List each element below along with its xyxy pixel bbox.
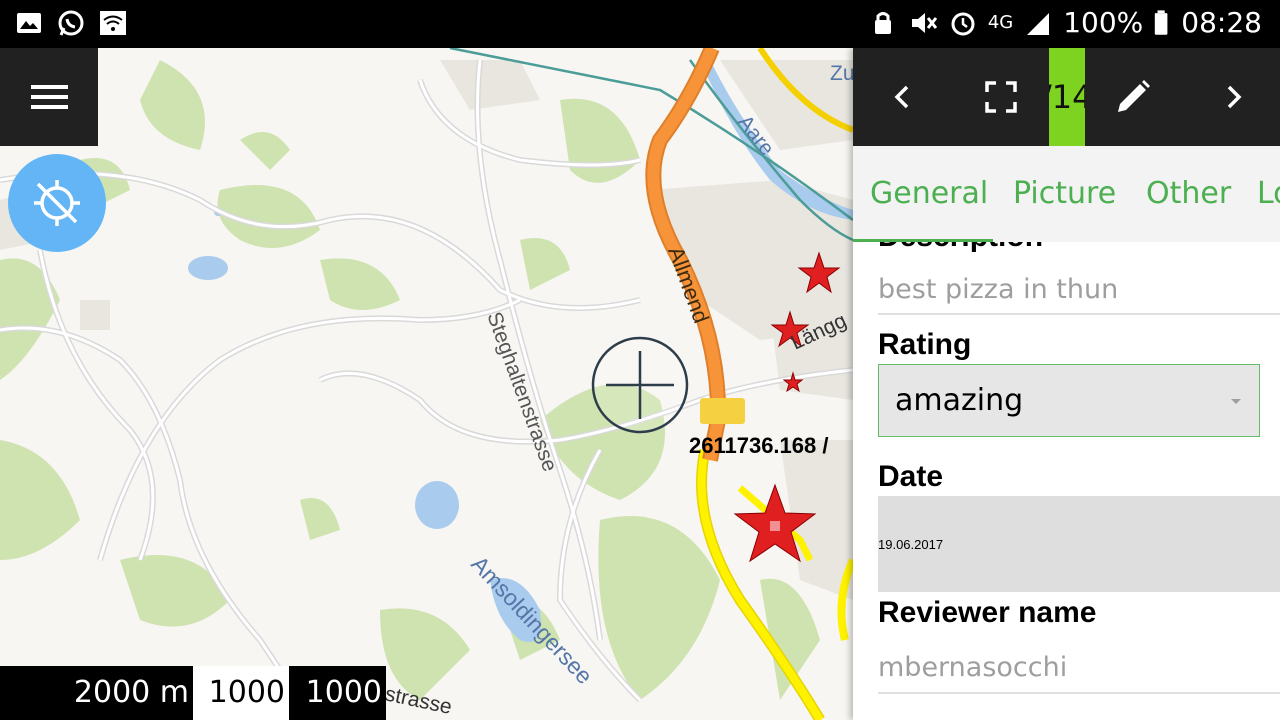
field-underline bbox=[878, 313, 1280, 315]
reviewer-name-field[interactable]: mbernasocchi bbox=[878, 652, 1067, 683]
tab-picture[interactable]: Picture bbox=[1013, 176, 1116, 211]
dropdown-caret-icon bbox=[1231, 399, 1241, 404]
whatsapp-icon bbox=[58, 10, 84, 36]
signal-icon bbox=[1027, 12, 1050, 35]
minor-roads-inner bbox=[0, 59, 853, 702]
network-type: 4G bbox=[987, 12, 1014, 33]
hamburger-icon-line bbox=[31, 95, 68, 99]
date-field[interactable]: 19.06.2017 bbox=[878, 496, 1280, 592]
tab-other[interactable]: Other bbox=[1146, 176, 1231, 211]
rating-dropdown[interactable]: amazing bbox=[878, 364, 1260, 437]
label-amsoldingersee: Amsoldingersee bbox=[466, 551, 597, 689]
hamburger-icon-line bbox=[31, 105, 68, 109]
hamburger-icon-line bbox=[31, 85, 68, 89]
fullscreen-button[interactable] bbox=[971, 48, 1031, 146]
alarm-icon bbox=[951, 12, 975, 35]
gps-toggle-button[interactable] bbox=[8, 154, 106, 252]
status-bar: 4G 100% 08:28 bbox=[0, 0, 1280, 48]
feature-form-panel: /14 General Picture Other Lo Description… bbox=[853, 48, 1280, 720]
rating-selected-value: amazing bbox=[895, 383, 1024, 418]
tab-location[interactable]: Lo bbox=[1257, 176, 1280, 211]
crosshair-icon bbox=[591, 336, 689, 434]
mute-icon bbox=[911, 12, 937, 33]
clock: 08:28 bbox=[1181, 6, 1262, 39]
menu-button[interactable] bbox=[0, 48, 98, 146]
edit-button[interactable] bbox=[1103, 48, 1163, 146]
label-zu: Zu bbox=[830, 62, 853, 85]
description-label: Description bbox=[878, 242, 1043, 254]
date-value: 19.06.2017 bbox=[878, 537, 944, 552]
forest-areas bbox=[0, 60, 820, 700]
scale-segment-3: 1000 bbox=[289, 666, 386, 720]
wifi-icon bbox=[100, 11, 126, 35]
rating-label: Rating bbox=[878, 328, 972, 361]
panel-toolbar: /14 bbox=[853, 48, 1280, 146]
chevron-left-icon bbox=[894, 85, 909, 109]
date-label: Date bbox=[878, 460, 944, 493]
pencil-icon bbox=[1118, 80, 1150, 112]
gallery-icon bbox=[17, 13, 41, 33]
coordinate-readout: 2611736.168 / bbox=[689, 433, 829, 458]
description-field[interactable]: best pizza in thun bbox=[878, 274, 1118, 305]
battery-percent: 100% bbox=[1063, 6, 1144, 39]
battery-icon bbox=[1155, 9, 1168, 35]
lock-icon bbox=[874, 11, 891, 34]
map-crosshair bbox=[591, 336, 689, 434]
reviewer-name-label: Reviewer name bbox=[878, 596, 1097, 629]
scale-bar: 2000 m 1000 1000 bbox=[0, 666, 386, 720]
map-canvas[interactable]: Allmend Steghaltenstrasse Amsoldingersee… bbox=[0, 48, 853, 720]
form-tabs: General Picture Other Lo bbox=[853, 146, 1280, 242]
minor-roads bbox=[0, 59, 853, 703]
previous-feature-button[interactable] bbox=[873, 48, 933, 146]
location-disabled-icon bbox=[34, 180, 80, 226]
feature-counter-text: /14 bbox=[1049, 78, 1085, 116]
chevron-right-icon bbox=[1227, 85, 1242, 109]
map-tiles: Allmend Steghaltenstrasse Amsoldingersee… bbox=[0, 48, 853, 720]
scale-segment-1: 2000 m bbox=[0, 666, 193, 720]
fullscreen-icon bbox=[985, 81, 1017, 113]
feature-counter: /14 bbox=[1049, 48, 1085, 146]
tab-general[interactable]: General bbox=[870, 176, 988, 211]
form-fields: Description best pizza in thun Rating am… bbox=[853, 242, 1280, 720]
scale-segment-2: 1000 bbox=[193, 666, 289, 720]
next-feature-button[interactable] bbox=[1203, 48, 1263, 146]
field-underline bbox=[878, 692, 1280, 694]
